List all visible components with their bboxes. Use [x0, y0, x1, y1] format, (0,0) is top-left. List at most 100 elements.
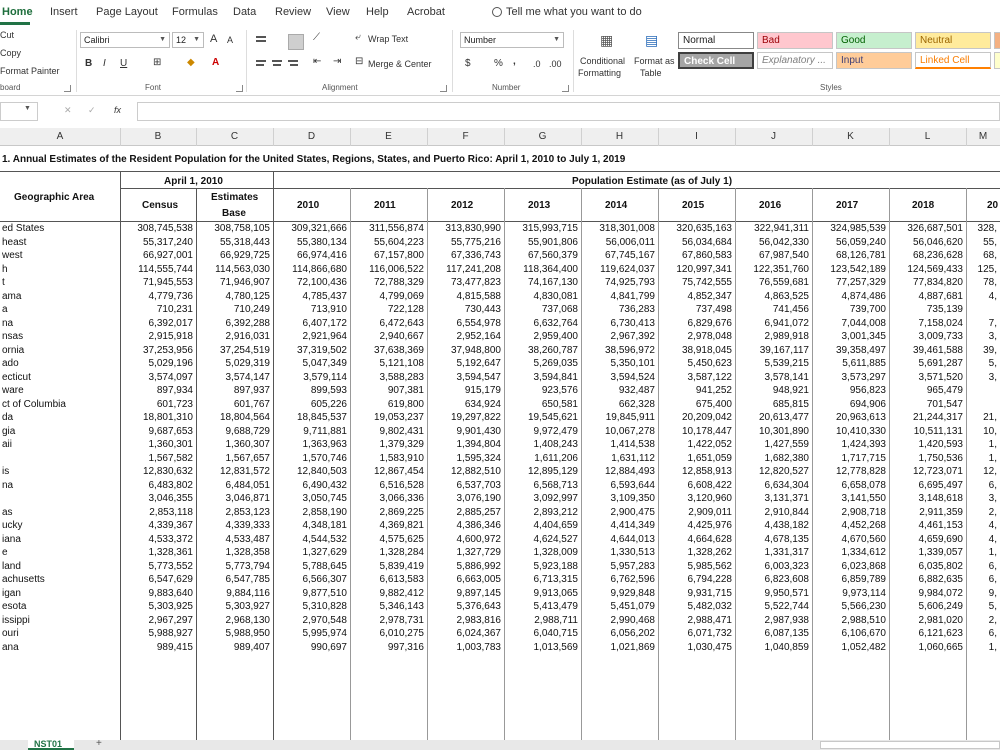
data-cell[interactable]: 6,106,670	[812, 628, 887, 639]
data-cell[interactable]: 1,327,729	[427, 547, 502, 558]
data-cell[interactable]: 2,967,392	[581, 331, 656, 342]
data-cell[interactable]: 1,567,582	[120, 453, 194, 464]
header-year[interactable]: 2017	[836, 200, 858, 211]
data-cell[interactable]: 1,328,361	[120, 547, 194, 558]
row-label[interactable]: a	[2, 304, 8, 315]
data-cell[interactable]: 10,301,890	[735, 426, 809, 437]
data-cell[interactable]: 67,157,800	[350, 250, 424, 261]
data-cell[interactable]: 2,858,190	[273, 507, 348, 518]
data-cell[interactable]: 5,	[966, 601, 997, 612]
font-color-icon[interactable]: A	[212, 57, 219, 68]
header-population-estimate[interactable]: Population Estimate (as of July 1)	[572, 176, 732, 187]
row-label[interactable]: ucky	[2, 520, 23, 531]
data-cell[interactable]: 1,040,859	[735, 642, 810, 653]
dialog-launcher-icon[interactable]	[440, 85, 447, 92]
data-cell[interactable]: 9,931,715	[658, 588, 733, 599]
outdent-icon[interactable]: ⇥	[333, 56, 341, 67]
data-cell[interactable]: 56,059,240	[812, 237, 886, 248]
data-cell[interactable]: 4,785,437	[273, 291, 348, 302]
data-cell[interactable]: 9,897,145	[427, 588, 502, 599]
data-cell[interactable]: 6,010,275	[350, 628, 425, 639]
header-year[interactable]: 2018	[912, 200, 934, 211]
data-cell[interactable]: 1,	[966, 642, 997, 653]
data-cell[interactable]: 68,	[966, 250, 997, 261]
data-cell[interactable]: 6,663,005	[427, 574, 502, 585]
insert-function-icon[interactable]: fx	[114, 105, 121, 115]
data-cell[interactable]: 6,023,868	[812, 561, 887, 572]
row-label[interactable]: h	[2, 264, 8, 275]
data-cell[interactable]: 10,067,278	[581, 426, 655, 437]
data-cell[interactable]: 1,327,629	[273, 547, 348, 558]
data-cell[interactable]: 1,	[966, 439, 997, 450]
row-label[interactable]: ouri	[2, 628, 19, 639]
header-year[interactable]: 2010	[297, 200, 319, 211]
data-cell[interactable]: 2,978,731	[350, 615, 425, 626]
data-cell[interactable]: 3,092,997	[504, 493, 579, 504]
data-cell[interactable]: 117,241,208	[427, 264, 501, 275]
sheet-tab-nst01[interactable]: NST01	[28, 739, 74, 750]
data-cell[interactable]: 6,516,528	[350, 480, 425, 491]
data-cell[interactable]: 3,046,871	[196, 493, 271, 504]
data-cell[interactable]: 6,730,413	[581, 318, 656, 329]
data-cell[interactable]: 2,952,164	[427, 331, 502, 342]
row-label[interactable]: west	[2, 250, 23, 261]
data-cell[interactable]: 9,688,729	[196, 426, 271, 437]
data-cell[interactable]: 6,554,978	[427, 318, 502, 329]
data-cell[interactable]: 9,929,848	[581, 588, 656, 599]
format-painter-button[interactable]: Format Painter	[0, 66, 60, 76]
data-cell[interactable]: 730,443	[427, 304, 501, 315]
data-cell[interactable]: 1,328,262	[658, 547, 733, 558]
data-cell[interactable]: 6,392,017	[120, 318, 194, 329]
row-label[interactable]: achusetts	[2, 574, 45, 585]
data-cell[interactable]: 6,490,432	[273, 480, 348, 491]
data-cell[interactable]: 2,981,020	[889, 615, 964, 626]
data-cell[interactable]: 1,013,569	[504, 642, 579, 653]
data-cell[interactable]: 38,918,045	[658, 345, 732, 356]
data-cell[interactable]: 3,141,550	[812, 493, 887, 504]
data-cell[interactable]: 2,893,212	[504, 507, 579, 518]
data-cell[interactable]: 997,316	[350, 642, 424, 653]
data-cell[interactable]: 6,035,802	[889, 561, 964, 572]
data-cell[interactable]: 55,318,443	[196, 237, 270, 248]
data-cell[interactable]: 5,522,744	[735, 601, 810, 612]
data-cell[interactable]: 56,046,620	[889, 237, 963, 248]
data-cell[interactable]: 4,830,081	[504, 291, 579, 302]
data-cell[interactable]: 2,916,031	[196, 331, 271, 342]
data-cell[interactable]: 56,006,011	[581, 237, 655, 248]
data-cell[interactable]: 4,841,799	[581, 291, 656, 302]
data-cell[interactable]: 66,927,001	[120, 250, 193, 261]
data-cell[interactable]: 116,006,522	[350, 264, 424, 275]
data-cell[interactable]: 67,745,167	[581, 250, 655, 261]
header-year[interactable]: 2014	[605, 200, 627, 211]
data-cell[interactable]: 4,339,367	[120, 520, 194, 531]
tab-help[interactable]: Help	[366, 6, 389, 18]
data-cell[interactable]: 73,477,823	[427, 277, 501, 288]
data-cell[interactable]: 74,167,130	[504, 277, 578, 288]
data-cell[interactable]: 67,560,379	[504, 250, 578, 261]
column-header-d[interactable]: D	[273, 131, 350, 142]
data-cell[interactable]: 650,581	[504, 399, 578, 410]
data-cell[interactable]: 4,779,736	[120, 291, 194, 302]
data-cell[interactable]: 56,034,684	[658, 237, 732, 248]
data-cell[interactable]: 4,369,821	[350, 520, 425, 531]
data-cell[interactable]: 67,336,743	[427, 250, 501, 261]
data-cell[interactable]: 2,	[966, 507, 997, 518]
add-sheet-button[interactable]: +	[96, 738, 102, 749]
data-cell[interactable]: 6,632,764	[504, 318, 579, 329]
data-cell[interactable]: 5,923,188	[504, 561, 579, 572]
data-cell[interactable]: 3,588,283	[350, 372, 425, 383]
tab-review[interactable]: Review	[275, 6, 311, 18]
font-size-select[interactable]: 12 ▼	[172, 32, 204, 48]
data-cell[interactable]: 1,360,301	[120, 439, 194, 450]
data-cell[interactable]: 5,995,974	[273, 628, 348, 639]
data-cell[interactable]: 1,414,538	[581, 439, 656, 450]
row-label[interactable]: ecticut	[2, 372, 31, 383]
data-cell[interactable]: 2,959,400	[504, 331, 579, 342]
data-cell[interactable]: 899,593	[273, 385, 347, 396]
data-cell[interactable]: 120,997,341	[658, 264, 732, 275]
column-header-l[interactable]: L	[889, 131, 966, 142]
data-cell[interactable]: 5,350,101	[581, 358, 656, 369]
data-cell[interactable]: 1,330,513	[581, 547, 656, 558]
data-cell[interactable]: 1,750,536	[889, 453, 964, 464]
data-cell[interactable]: 6,	[966, 480, 997, 491]
